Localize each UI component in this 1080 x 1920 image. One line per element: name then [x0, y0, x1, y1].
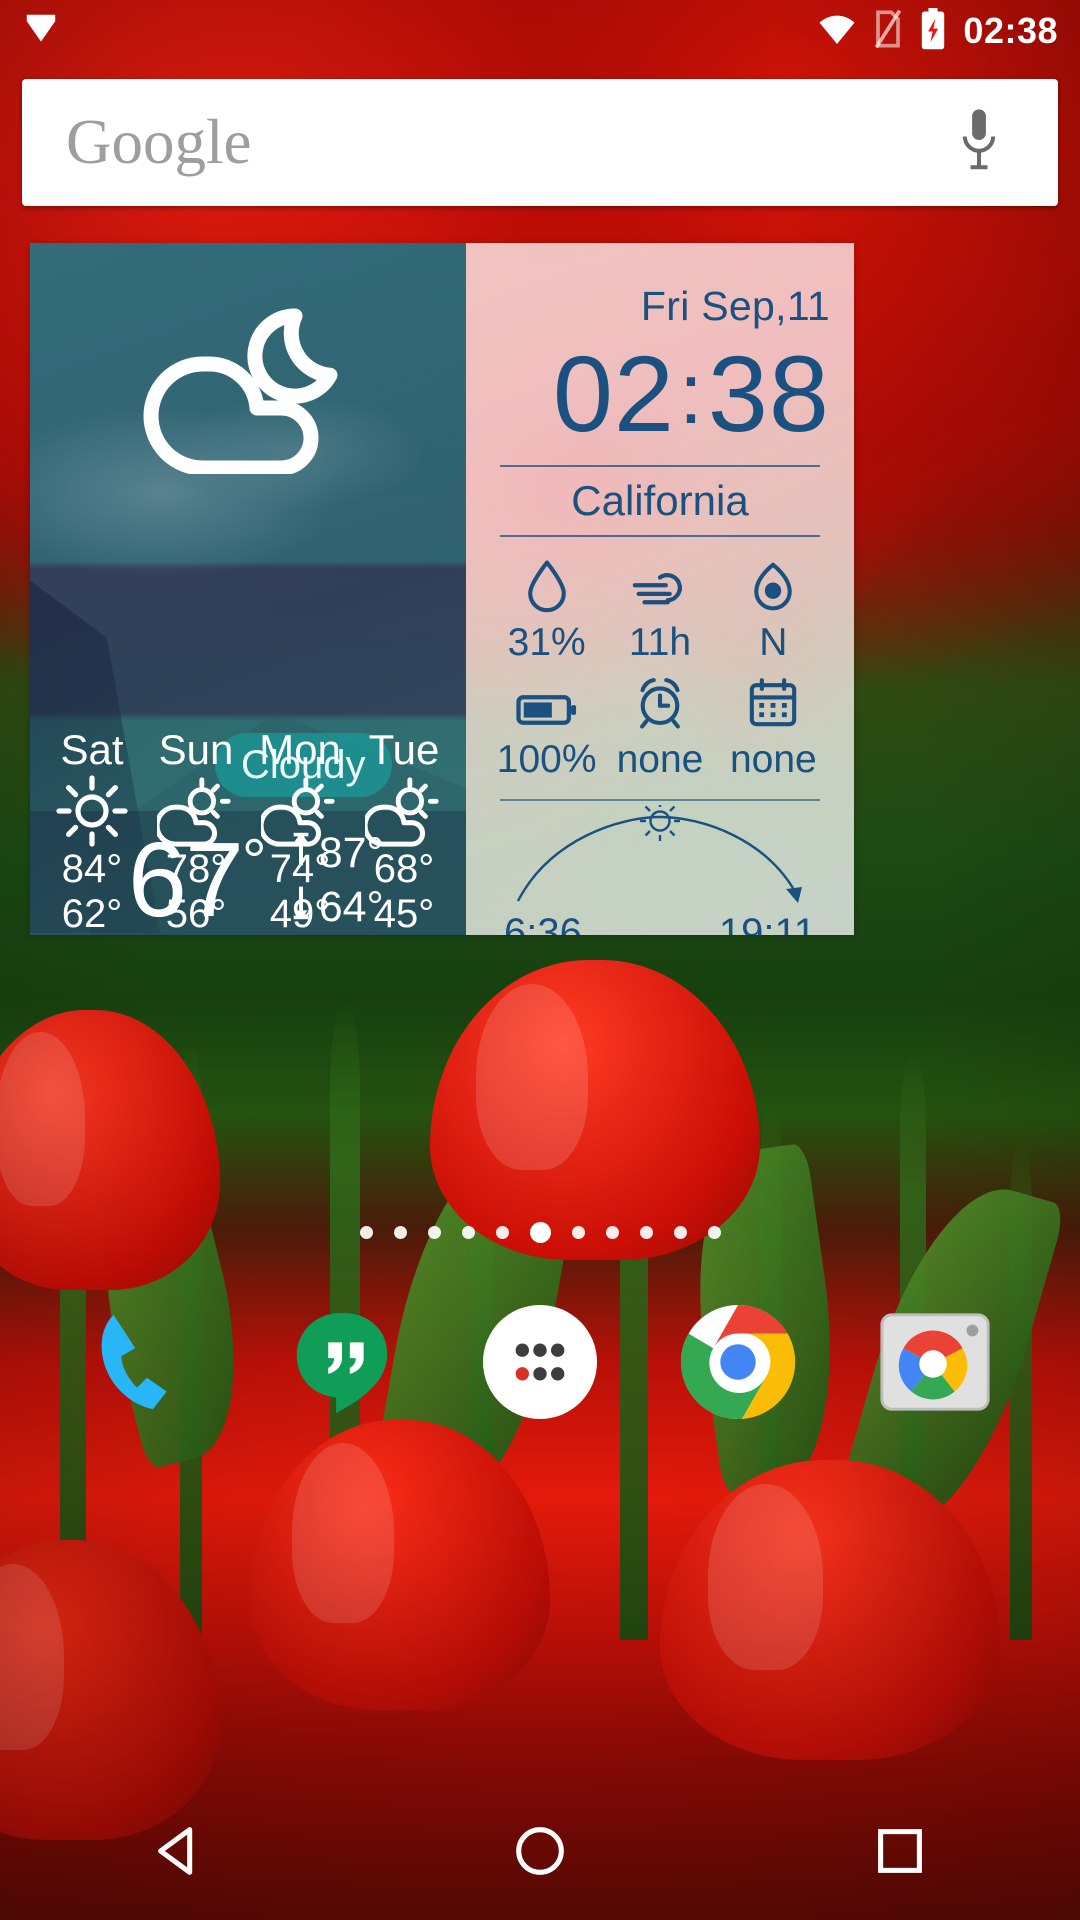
forecast-day[interactable]: Mon 74° 49° [248, 715, 352, 936]
page-dot[interactable] [427, 1226, 441, 1239]
phone-app-icon[interactable] [85, 1302, 205, 1422]
page-dot[interactable] [495, 1226, 509, 1239]
clock-stat-cell: 11h [603, 559, 716, 662]
partly-cloudy-icon [157, 775, 235, 847]
forecast-day-low: 49° [269, 891, 331, 935]
clock-stat-cell: none [717, 676, 830, 779]
battery-charging-icon [919, 7, 947, 55]
clock-stat-value: none [729, 738, 817, 782]
forecast-day-high: 68° [373, 847, 435, 891]
clock-stats-grid: 31% 11h N 100% none none [490, 559, 830, 793]
status-bar: 02:38 [0, 0, 1080, 62]
page-dot[interactable] [605, 1226, 619, 1239]
page-dot[interactable] [639, 1226, 653, 1239]
status-bar-clock: 02:38 [963, 10, 1058, 51]
forecast-day-name: Tue [368, 726, 440, 773]
clock-widget[interactable]: Fri Sep,11 02:38 California 31% 11h N 10… [466, 243, 854, 935]
page-dot-active[interactable] [529, 1222, 551, 1243]
camera-app-icon[interactable] [875, 1302, 995, 1422]
page-dot[interactable] [461, 1226, 475, 1239]
page-dot[interactable] [393, 1226, 407, 1239]
page-dot[interactable] [673, 1226, 687, 1239]
back-button[interactable] [120, 1806, 240, 1896]
clock-hours: 02 [552, 333, 675, 454]
forecast-day-low: 62° [61, 891, 123, 935]
cloudy-night-icon [143, 304, 353, 479]
clock-stat-cell: 100% [490, 676, 603, 779]
weather-widget[interactable]: Cloudy 67° 87° 64° Sat 84° 62° Sun 78° 5… [30, 243, 466, 935]
partly-cloudy-icon [261, 775, 339, 847]
humidity-drop-icon [522, 559, 572, 613]
forecast-day-high: 74° [269, 847, 331, 891]
clock-minutes: 38 [707, 333, 830, 454]
clock-stat-cell: none [603, 676, 716, 779]
google-search-bar[interactable]: Google [22, 79, 1058, 206]
hangouts-app-icon[interactable] [282, 1302, 402, 1422]
navigation-bar[interactable] [0, 1782, 1080, 1920]
recents-button[interactable] [840, 1806, 960, 1896]
forecast-day[interactable]: Tue 68° 45° [352, 715, 456, 935]
clock-stat-value: 31% [507, 621, 586, 665]
partly-cloudy-icon [365, 775, 443, 847]
page-dot[interactable] [571, 1226, 585, 1239]
alarm-clock-icon [634, 676, 686, 730]
compass-icon [748, 559, 798, 613]
sun-small-icon [640, 805, 680, 842]
forecast-day-name: Sat [60, 726, 124, 773]
clock-stat-value: 11h [628, 621, 692, 665]
app-drawer-icon[interactable] [480, 1302, 600, 1422]
forecast-day-low: 45° [373, 891, 435, 935]
clock-time: 02:38 [490, 338, 830, 449]
battery-icon [516, 676, 578, 730]
clock-separator: : [678, 346, 704, 442]
home-button[interactable] [480, 1806, 600, 1896]
clock-stat-value: none [616, 738, 704, 782]
sim-missing-icon [873, 9, 903, 54]
weather-condition-icon-area [30, 243, 466, 539]
forecast-day-name: Sun [158, 726, 234, 773]
page-dot[interactable] [359, 1226, 373, 1239]
microphone-icon[interactable] [956, 107, 1002, 178]
weather-clock-widget[interactable]: Cloudy 67° 87° 64° Sat 84° 62° Sun 78° 5… [30, 243, 854, 935]
forecast-day-high: 78° [165, 847, 227, 891]
google-logo-text: Google [66, 107, 252, 177]
calendar-icon [747, 676, 799, 730]
weather-forecast-row[interactable]: Sat 84° 62° Sun 78° 56° Mon 74° 49° Tue … [30, 715, 466, 935]
clock-stat-value: N [759, 621, 788, 665]
gmail-icon [22, 10, 60, 53]
chrome-app-icon[interactable] [678, 1302, 798, 1422]
clock-divider-sun [500, 799, 820, 802]
clock-stat-value: 100% [496, 738, 597, 782]
sun-arc [490, 803, 830, 919]
clock-location: California [571, 477, 749, 525]
sunny-icon [56, 775, 128, 847]
clock-stat-cell: N [717, 559, 830, 662]
wifi-icon [817, 12, 857, 51]
clock-divider-bottom [500, 535, 820, 538]
forecast-day-high: 84° [61, 847, 123, 891]
wind-icon [631, 559, 689, 613]
clock-date: Fri Sep,11 [640, 283, 830, 329]
clock-stat-cell: 31% [490, 559, 603, 662]
forecast-day[interactable]: Sat 84° 62° [40, 715, 144, 935]
forecast-day-name: Mon [259, 726, 341, 773]
forecast-day[interactable]: Sun 78° 56° [144, 715, 248, 935]
page-indicator[interactable] [0, 1222, 1080, 1243]
dock[interactable] [0, 1292, 1080, 1432]
forecast-day-low: 56° [165, 891, 227, 935]
page-dot[interactable] [707, 1226, 721, 1239]
